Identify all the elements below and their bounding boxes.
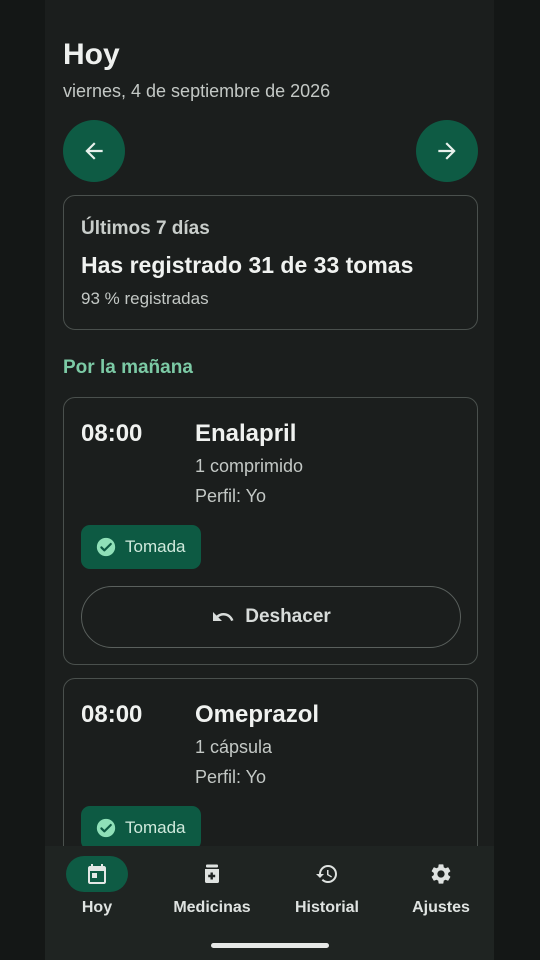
section-morning-label: Por la mañana (63, 357, 193, 378)
nav-active-indicator (66, 856, 128, 892)
summary-period-label: Últimos 7 días (81, 218, 210, 239)
medicine-name: Enalapril (195, 420, 297, 447)
status-label: Tomada (125, 537, 186, 556)
undo-label: Deshacer (245, 606, 331, 627)
undo-button[interactable]: Deshacer (81, 586, 461, 648)
settings-icon (431, 864, 451, 884)
nav-icon-wrap (296, 856, 358, 892)
nav-label: Medicinas (173, 899, 251, 916)
summary-percentage: 93 % registradas (81, 289, 209, 308)
left-margin (0, 0, 45, 960)
main-content[interactable]: Hoy viernes, 4 de septiembre de 2026 Últ… (45, 0, 494, 846)
check-circle-icon (96, 537, 116, 557)
taken-status-chip: Tomada (81, 806, 202, 846)
adherence-summary-card: Últimos 7 días Has registrado 31 de 33 t… (63, 195, 478, 330)
calendar-icon (88, 864, 106, 884)
undo-icon (213, 612, 234, 621)
taken-status-chip: Tomada (81, 525, 202, 569)
previous-day-button[interactable] (63, 120, 125, 182)
status-label: Tomada (125, 818, 186, 837)
dose-card: 08:00 Omeprazol 1 cápsula Perfil: Yo Tom… (63, 678, 478, 846)
page-title: Hoy (63, 38, 120, 71)
dose-profile: Perfil: Yo (195, 486, 267, 506)
next-day-button[interactable] (416, 120, 478, 182)
nav-icon-wrap (410, 856, 472, 892)
medicine-name: Omeprazol (195, 701, 320, 728)
nav-label: Historial (294, 899, 359, 916)
arrow-right-icon (438, 142, 456, 160)
home-indicator[interactable] (211, 943, 329, 948)
nav-icon-wrap (181, 856, 243, 892)
arrow-left-icon (85, 142, 103, 160)
dose-card: 08:00 Enalapril 1 comprimido Perfil: Yo … (63, 397, 478, 665)
page-date: viernes, 4 de septiembre de 2026 (63, 81, 331, 101)
nav-item-hoy[interactable]: Hoy (41, 846, 153, 960)
nav-label: Ajustes (412, 899, 470, 916)
dose-amount: 1 comprimido (195, 456, 304, 476)
right-margin (494, 0, 540, 960)
nav-label: Hoy (81, 899, 113, 916)
check-circle-icon (96, 818, 116, 838)
dose-time: 08:00 (81, 701, 143, 728)
dose-time: 08:00 (81, 420, 143, 447)
medicine-icon (205, 864, 219, 883)
history-icon (316, 865, 337, 883)
dose-amount: 1 cápsula (195, 737, 273, 757)
dose-profile: Perfil: Yo (195, 767, 267, 787)
summary-main-text: Has registrado 31 de 33 tomas (81, 252, 414, 278)
nav-item-ajustes[interactable]: Ajustes (385, 846, 497, 960)
